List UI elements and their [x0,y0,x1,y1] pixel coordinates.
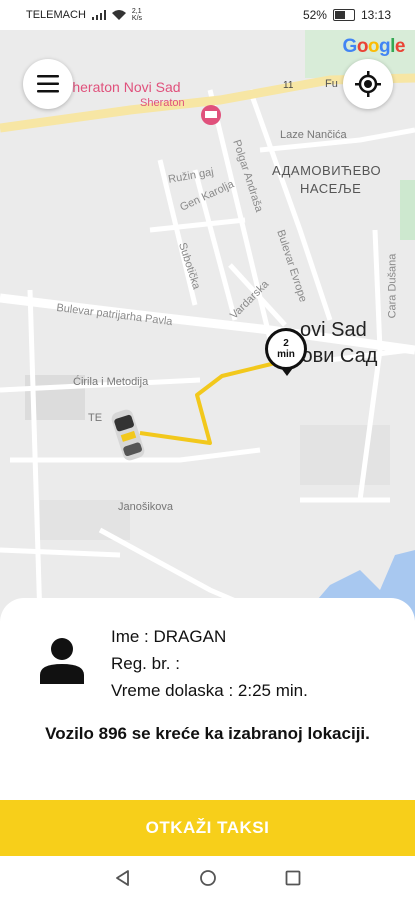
crosshair-location-icon [355,71,381,97]
label-district-2: НАСЕЉЕ [300,181,362,196]
label-district-1: АДАМОВИЋЕВО [272,163,382,178]
label-laze-nancica: Laze Nančića [280,129,347,141]
carrier-label: TELEMACH [26,9,86,21]
road-number-badge: 11 [283,80,294,91]
status-right: 52% 13:13 [303,8,391,22]
label-cara-dusana: Cara Dušana [386,253,399,319]
battery-percent: 52% [302,8,327,22]
google-logo: Google [342,36,406,58]
cancel-taxi-button[interactable]: OTKAŽI TAKSI [0,800,415,856]
label-te: ТЕ [88,412,103,424]
hotel-marker-icon [201,105,221,125]
eta-value: 2 [283,338,289,349]
label-sheraton: Sheraton Novi Sad [63,79,181,95]
battery-icon [332,9,355,21]
map-view[interactable]: Sheraton Novi Sad Sheraton 11 Fu Laze Na… [0,30,415,620]
home-icon[interactable] [199,869,217,887]
map-block [300,425,390,485]
back-icon[interactable] [114,869,132,887]
label-sheraton-sub: Sheraton [140,97,185,109]
google-letter: o [356,36,369,57]
google-letter: o [367,36,380,57]
eta-unit: min [277,349,295,360]
recents-icon[interactable] [284,869,302,887]
signal-icon [91,10,106,20]
status-message: Vozilo 896 se kreće ka izabranoj lokacij… [45,724,370,743]
eta-marker[interactable]: 2 min [265,328,307,376]
google-letter: e [394,36,406,57]
speed-value: 2,1 [131,8,142,15]
locate-me-button[interactable] [343,59,393,109]
wifi-icon [111,9,126,20]
label-janosikova: Janošikova [118,501,174,513]
speed-unit: K/s [131,15,143,22]
network-speed: 2,1 K/s [132,8,142,22]
person-icon [40,638,84,684]
driver-name: Ime : DRAGAN [111,627,227,646]
status-bar: TELEMACH 2,1 K/s 52% 13:13 [0,0,415,30]
park-area [400,180,415,240]
hamburger-menu-icon [37,75,59,93]
driver-info-sheet: Ime : DRAGAN Reg. br. : Vreme dolaska : … [0,598,415,800]
driver-avatar [38,636,86,689]
label-novi-sad-latin: ovi Sad [300,319,367,341]
menu-button[interactable] [23,59,73,109]
label-fu: Fu [325,78,338,90]
driver-arrival-time: Vreme dolaska : 2:25 min. [111,681,308,700]
google-letter: g [379,36,391,57]
driver-registration: Reg. br. : [111,654,180,673]
map-block [40,500,130,540]
google-letter: G [342,36,358,57]
label-cirila-metodija: Ćirila i Metodija [73,376,149,388]
status-left: TELEMACH 2,1 K/s [26,8,142,22]
driver-details: Ime : DRAGAN Reg. br. : Vreme dolaska : … [111,623,308,704]
system-nav-bar [0,856,415,900]
clock: 13:13 [360,8,391,22]
